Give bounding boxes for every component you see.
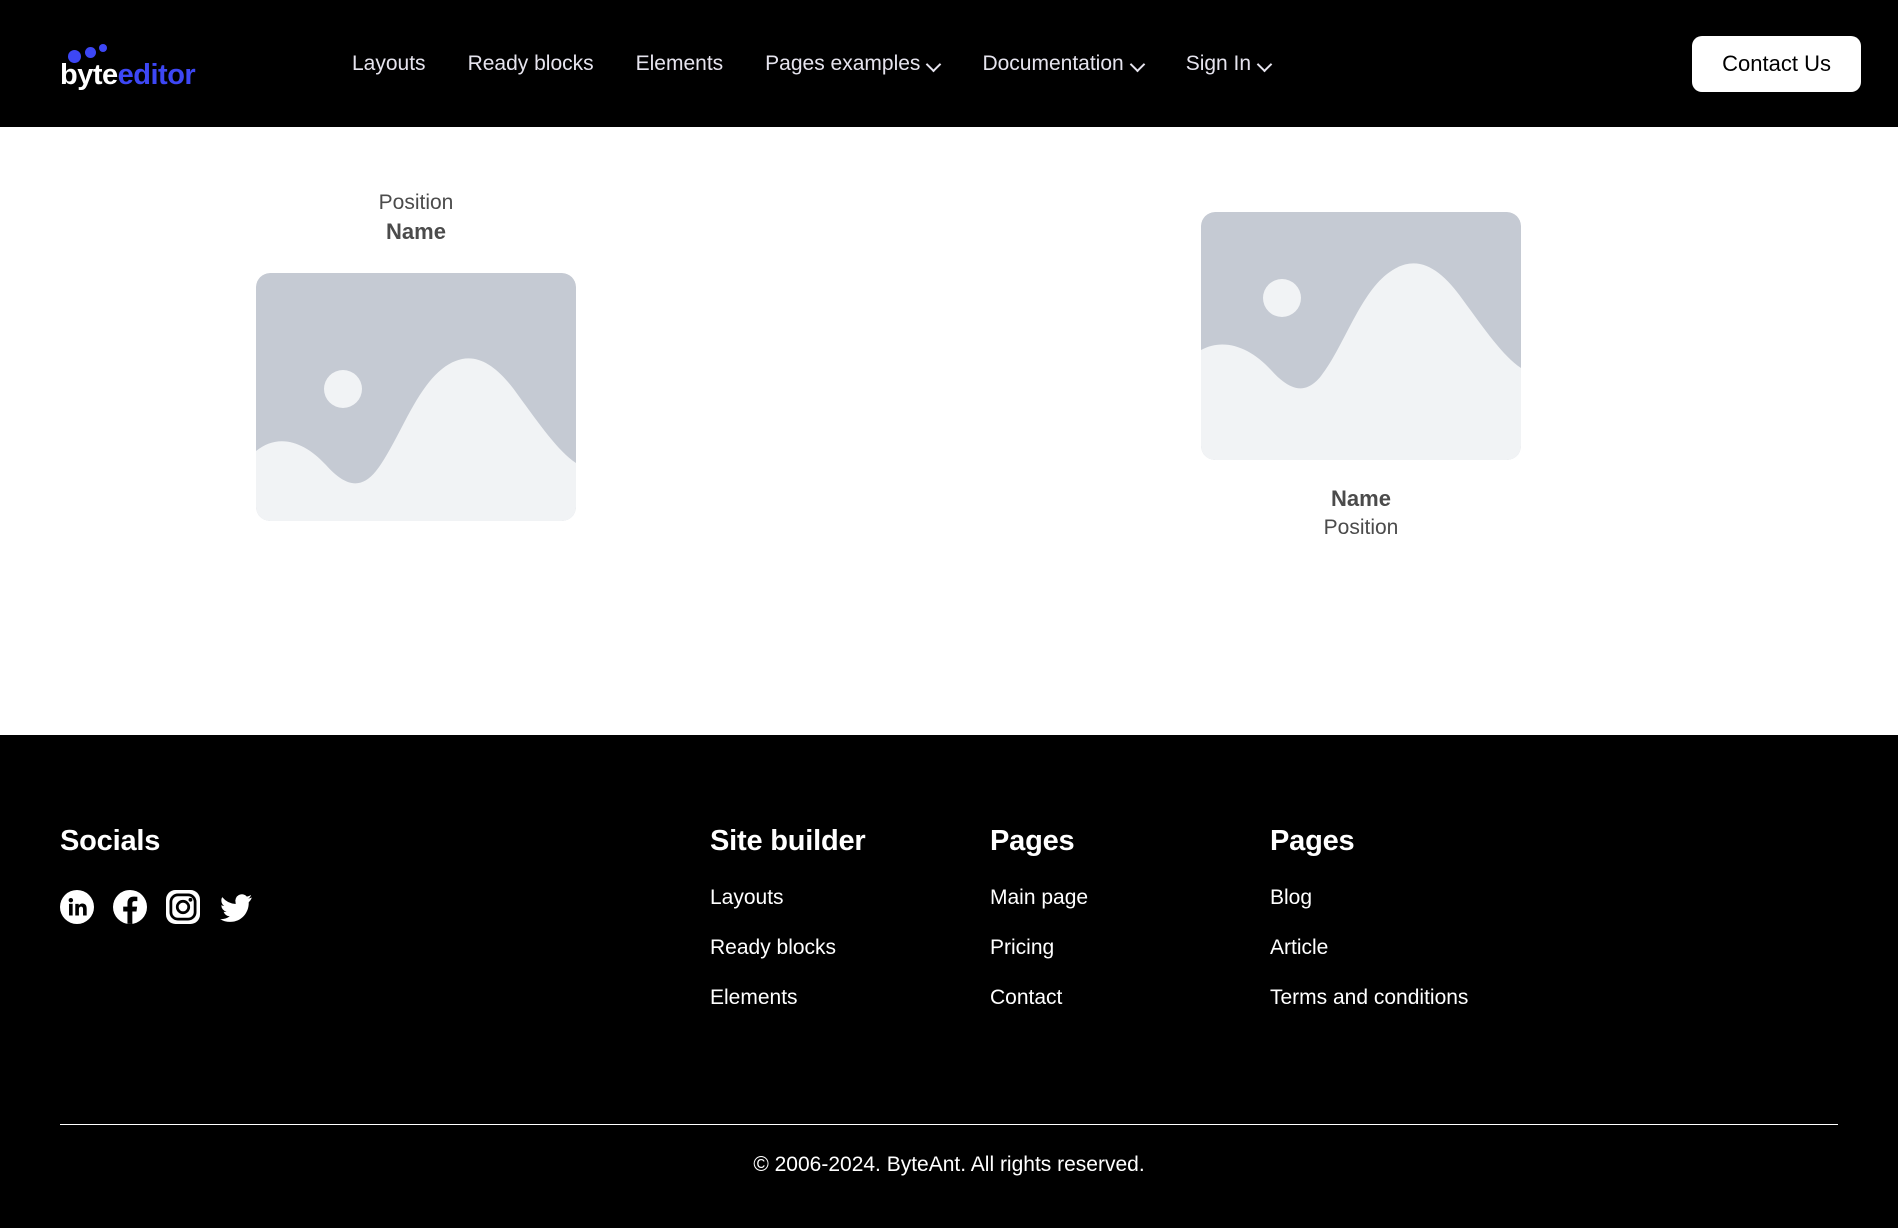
site-footer: Socials — [0, 735, 1898, 1228]
nav-item-label: Elements — [636, 53, 724, 74]
footer-column-site-builder: Site builder Layouts Ready blocks Elemen… — [710, 826, 990, 1008]
chevron-down-icon — [927, 58, 940, 71]
nav-item-pages-examples[interactable]: Pages examples — [765, 53, 940, 74]
image-placeholder — [1201, 212, 1521, 460]
footer-heading-pages-2: Pages — [1270, 826, 1570, 858]
logo-wordmark: byteeditor — [60, 61, 195, 90]
footer-link-elements[interactable]: Elements — [710, 987, 990, 1008]
nav-item-sign-in[interactable]: Sign In — [1186, 53, 1271, 74]
contact-us-button[interactable]: Contact Us — [1692, 36, 1861, 92]
nav-item-label: Sign In — [1186, 53, 1251, 74]
footer-heading-pages-1: Pages — [990, 826, 1270, 858]
member-name: Name — [386, 217, 446, 247]
nav-item-label: Ready blocks — [468, 53, 594, 74]
copyright-text: © 2006-2024. ByteAnt. All rights reserve… — [0, 1153, 1898, 1177]
logo-dot-medium — [85, 47, 96, 58]
facebook-icon[interactable] — [113, 890, 147, 924]
footer-link-article[interactable]: Article — [1270, 937, 1570, 958]
footer-link-main-page[interactable]: Main page — [990, 887, 1270, 908]
nav-item-label: Documentation — [982, 53, 1123, 74]
footer-column-socials: Socials — [60, 826, 710, 1008]
logo-dot-small — [99, 44, 107, 52]
twitter-icon[interactable] — [219, 890, 253, 924]
footer-link-contact[interactable]: Contact — [990, 987, 1270, 1008]
logo-word-editor: editor — [118, 59, 196, 91]
logo-dot-large — [68, 50, 81, 63]
footer-columns: Socials — [60, 735, 1838, 1008]
footer-heading-socials: Socials — [60, 826, 710, 858]
footer-link-blog[interactable]: Blog — [1270, 887, 1570, 908]
team-card: Name Position — [1201, 212, 1521, 542]
member-position: Position — [1324, 514, 1399, 542]
image-placeholder — [256, 273, 576, 521]
site-header: byteeditor Layouts Ready blocks Elements… — [0, 0, 1898, 127]
main-navigation: Layouts Ready blocks Elements Pages exam… — [352, 53, 1271, 74]
footer-heading-site-builder: Site builder — [710, 826, 990, 858]
member-position: Position — [379, 189, 454, 217]
nav-item-elements[interactable]: Elements — [636, 53, 724, 74]
chevron-down-icon — [1131, 58, 1144, 71]
logo-dots-icon — [68, 44, 118, 60]
footer-link-ready-blocks[interactable]: Ready blocks — [710, 937, 990, 958]
nav-item-ready-blocks[interactable]: Ready blocks — [468, 53, 594, 74]
nav-item-documentation[interactable]: Documentation — [982, 53, 1143, 74]
footer-divider — [60, 1124, 1838, 1125]
nav-item-label: Layouts — [352, 53, 426, 74]
footer-link-layouts[interactable]: Layouts — [710, 887, 990, 908]
logo[interactable]: byteeditor — [60, 38, 240, 90]
nav-item-label: Pages examples — [765, 53, 920, 74]
footer-link-pricing[interactable]: Pricing — [990, 937, 1270, 958]
team-section: Position Name Name Position — [0, 127, 1898, 735]
footer-column-pages-1: Pages Main page Pricing Contact — [990, 826, 1270, 1008]
nav-item-layouts[interactable]: Layouts — [352, 53, 426, 74]
logo-word-byte: byte — [60, 59, 118, 91]
footer-column-pages-2: Pages Blog Article Terms and conditions — [1270, 826, 1570, 1008]
instagram-icon[interactable] — [166, 890, 200, 924]
team-card: Position Name — [256, 189, 576, 521]
chevron-down-icon — [1258, 58, 1271, 71]
member-name: Name — [1331, 484, 1391, 514]
footer-link-terms-and-conditions[interactable]: Terms and conditions — [1270, 987, 1570, 1008]
social-links — [60, 890, 710, 924]
linkedin-icon[interactable] — [60, 890, 94, 924]
